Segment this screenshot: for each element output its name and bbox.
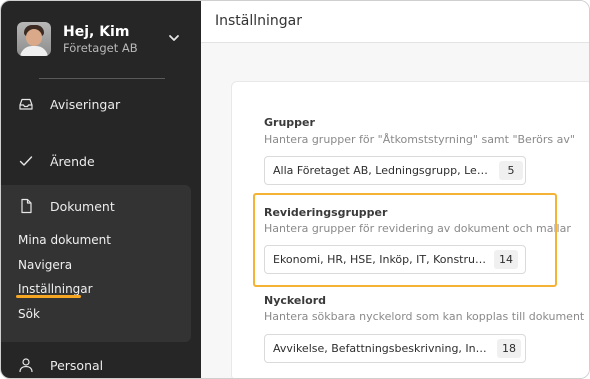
grupper-field[interactable]: Alla Företaget AB, Ledningsgrupp, Levera… <box>264 156 526 185</box>
section-description: Hantera grupper för revidering av dokume… <box>264 222 571 235</box>
field-value: Alla Företaget AB, Ledningsgrupp, Levera… <box>273 164 493 177</box>
main-content: Inställningar Grupper Hantera grupper fö… <box>201 1 589 378</box>
submenu-item-navigera[interactable]: Navigera <box>18 258 72 272</box>
section-description: Hantera grupper för "Åtkomststyrning" sa… <box>264 133 575 146</box>
submenu-item-installningar[interactable]: Inställningar <box>18 282 93 296</box>
page-title: Inställningar <box>215 13 303 29</box>
profile-company: Företaget AB <box>63 40 138 55</box>
sidebar-item-label: Aviseringar <box>50 96 121 112</box>
sidebar-item-aviseringar[interactable]: Aviseringar <box>1 88 201 120</box>
revideringsgrupper-field[interactable]: Ekonomi, HR, HSE, Inköp, IT, Konstruktio… <box>264 245 526 274</box>
count-badge: 18 <box>497 339 521 358</box>
sidebar-divider <box>39 78 165 79</box>
field-value: Avvikelse, Befattningsbeskrivning, Inköp… <box>273 342 491 355</box>
section-title-revideringsgrupper: Revideringsgrupper <box>264 206 388 219</box>
count-badge: 5 <box>499 161 523 180</box>
profile-greeting: Hej, Kim <box>63 23 130 40</box>
active-item-underline <box>16 295 81 298</box>
submenu-item-sok[interactable]: Sök <box>18 307 40 321</box>
sidebar-item-label: Ärende <box>50 153 95 169</box>
sidebar-item-personal[interactable]: Personal <box>1 349 201 378</box>
sidebar: Hej, Kim Företaget AB Aviseringar Ärende <box>1 1 201 378</box>
section-title-nyckelord: Nyckelord <box>264 294 327 307</box>
inbox-icon <box>19 98 33 110</box>
section-description: Hantera sökbara nyckelord som kan koppla… <box>264 310 585 323</box>
sidebar-item-dokument[interactable]: Dokument <box>1 190 201 222</box>
page-header: Inställningar <box>201 1 589 43</box>
submenu-item-mina-dokument[interactable]: Mina dokument <box>18 233 111 247</box>
settings-card: Grupper Hantera grupper för "Åtkomststyr… <box>231 81 589 378</box>
avatar <box>17 22 51 56</box>
nyckelord-field[interactable]: Avvikelse, Befattningsbeskrivning, Inköp… <box>264 334 526 363</box>
profile-menu[interactable]: Hej, Kim Företaget AB <box>17 19 187 59</box>
sidebar-item-label: Personal <box>50 357 104 373</box>
sidebar-item-label: Dokument <box>50 198 115 214</box>
count-badge: 14 <box>494 250 518 269</box>
person-icon <box>19 358 33 373</box>
check-icon <box>19 156 33 166</box>
section-title-grupper: Grupper <box>264 116 315 129</box>
chevron-down-icon[interactable] <box>167 31 181 45</box>
sidebar-item-arende[interactable]: Ärende <box>1 145 201 177</box>
document-icon <box>21 198 32 214</box>
app-window: Hej, Kim Företaget AB Aviseringar Ärende <box>0 0 590 379</box>
field-value: Ekonomi, HR, HSE, Inköp, IT, Konstruktio… <box>273 253 487 266</box>
